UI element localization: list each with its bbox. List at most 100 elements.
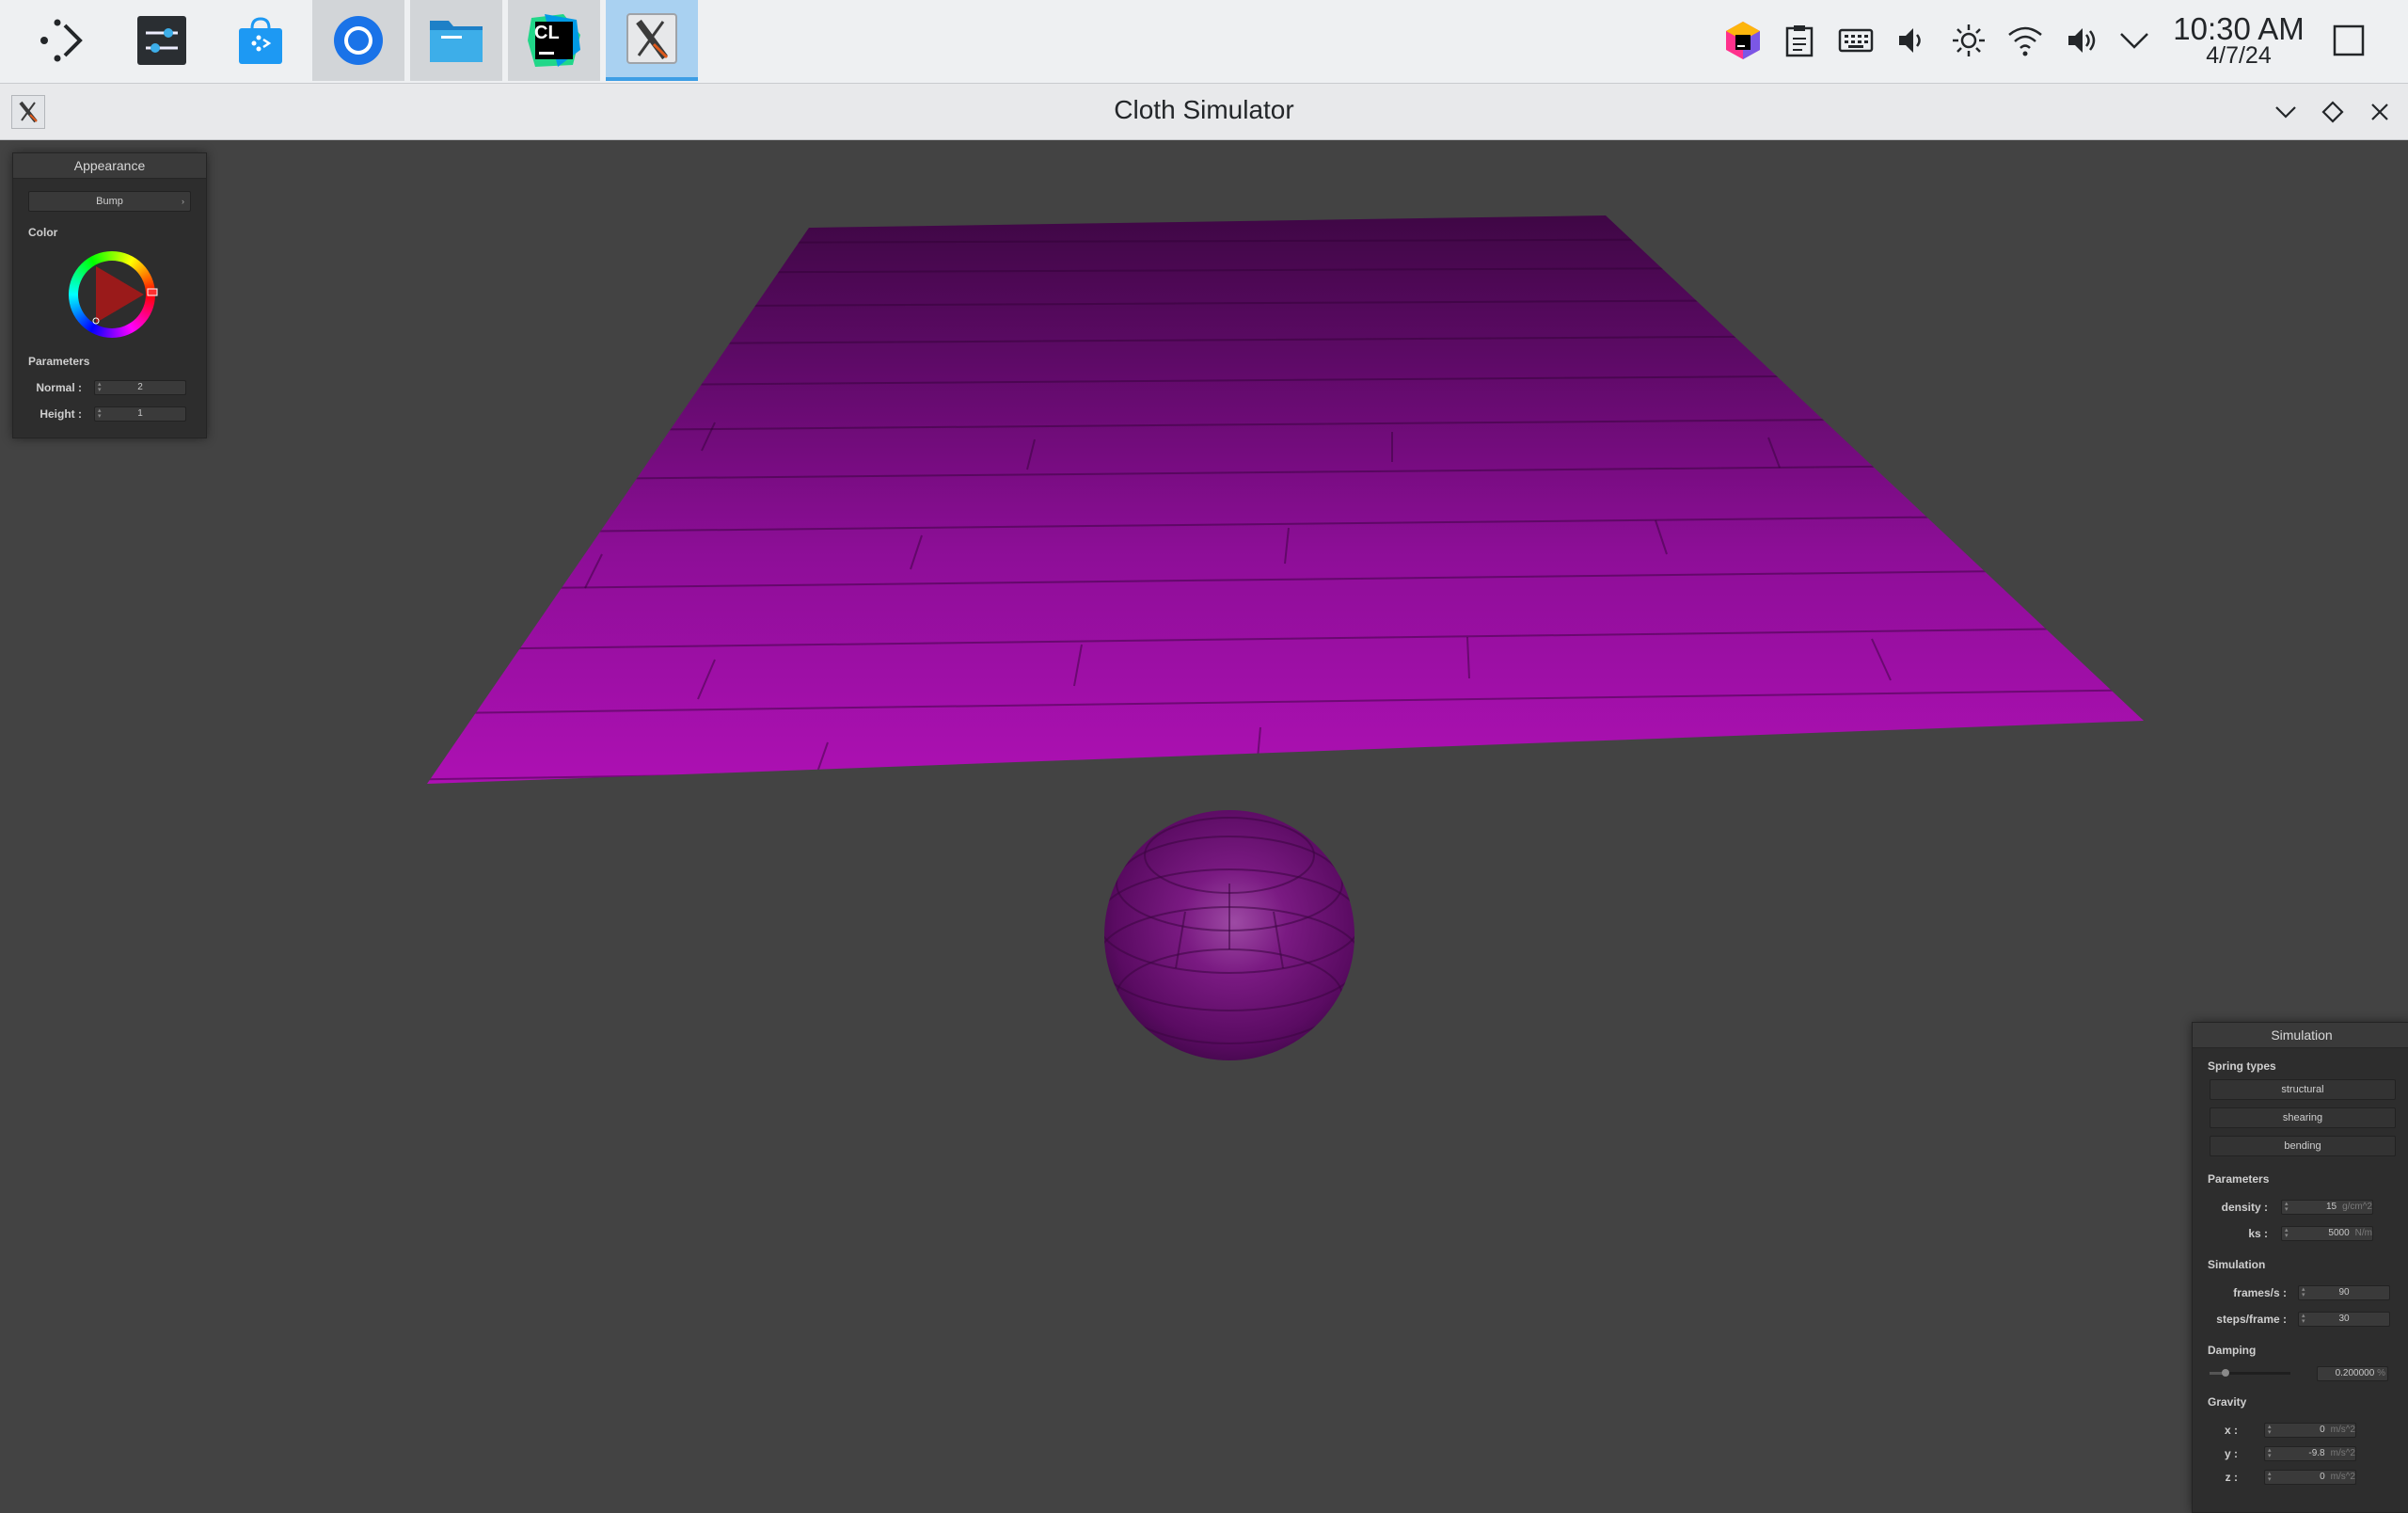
clion-icon-label: CL: [534, 23, 560, 43]
gravity-z-value: 0: [2320, 1472, 2325, 1482]
volume-tray[interactable]: [1891, 19, 1934, 62]
spin-arrows-icon: ▴ ▾: [98, 407, 102, 420]
chevron-right-icon: ›: [182, 197, 184, 206]
damping-label: Damping: [2208, 1344, 2257, 1357]
system-settings-button[interactable]: [116, 0, 208, 81]
damping-unit: %: [2377, 1368, 2385, 1378]
ks-value: 5000: [2328, 1228, 2350, 1238]
gravity-x-unit: m/s^2: [2330, 1425, 2355, 1435]
damping-slider-track[interactable]: [2210, 1369, 2290, 1377]
spin-arrows-icon: ▴ ▾: [2268, 1447, 2272, 1459]
chromium-icon: [334, 16, 383, 65]
fps-spinbox[interactable]: ▴ ▾ 90: [2298, 1285, 2390, 1300]
taskbar: CL 10:30 AM 4/7/24: [0, 0, 2408, 84]
scene-canvas: [427, 215, 2144, 1060]
settings-icon: [137, 16, 186, 65]
gravity-label: Gravity: [2208, 1395, 2247, 1409]
normal-value: 2: [137, 382, 143, 392]
launcher-icon: [40, 19, 83, 62]
shader-select-value: Bump: [96, 196, 123, 207]
file-manager-button[interactable]: [410, 0, 502, 81]
cloth-simulator-task-button[interactable]: [606, 0, 698, 81]
wifi-tray[interactable]: [2004, 19, 2047, 62]
gravity-y-spinbox[interactable]: ▴ ▾ -9.8 m/s^2: [2264, 1446, 2356, 1461]
discover-store-button[interactable]: [214, 0, 307, 81]
gravity-x-value: 0: [2320, 1425, 2325, 1435]
spin-arrows-icon: ▴ ▾: [2285, 1201, 2289, 1213]
speaker-icon: [2068, 28, 2096, 53]
density-value: 15: [2325, 1202, 2337, 1212]
damping-field[interactable]: 0.200000 %: [2317, 1366, 2388, 1381]
gravity-z-spinbox[interactable]: ▴ ▾ 0 m/s^2: [2264, 1470, 2356, 1485]
shopping-bag-icon: [239, 17, 282, 64]
close-button[interactable]: [2365, 97, 2395, 127]
spring-shearing-toggle[interactable]: shearing: [2210, 1107, 2396, 1128]
ks-label: ks :: [2248, 1227, 2268, 1240]
spring-structural-toggle[interactable]: structural: [2210, 1079, 2396, 1100]
clipboard-icon: [1785, 25, 1814, 57]
wifi-icon: [2008, 26, 2042, 56]
clion-button[interactable]: CL: [508, 0, 600, 81]
ks-spinbox[interactable]: ▴ ▾ 5000 N/m: [2281, 1226, 2373, 1241]
gravity-z-label: z :: [2225, 1471, 2238, 1484]
close-icon: [2371, 104, 2388, 120]
hue-selector-handle[interactable]: [147, 288, 158, 296]
density-unit: g/cm^2: [2342, 1202, 2372, 1212]
appearance-panel-title[interactable]: Appearance: [13, 153, 206, 179]
audio-output-tray[interactable]: [2060, 19, 2103, 62]
gravity-z-unit: m/s^2: [2330, 1472, 2355, 1482]
show-desktop-icon: [2333, 24, 2365, 56]
gravity-x-label: x :: [2224, 1424, 2238, 1437]
minimize-button[interactable]: [2271, 97, 2301, 127]
simulation-panel-title[interactable]: Simulation: [2193, 1023, 2408, 1048]
render-viewport[interactable]: [0, 140, 2408, 1505]
parameters-section-label: Parameters: [28, 355, 90, 368]
height-label: Height :: [40, 407, 82, 421]
diamond-icon: [2321, 101, 2344, 123]
steps-value: 30: [2338, 1314, 2350, 1324]
spin-arrows-icon: ▴ ▾: [2268, 1424, 2272, 1436]
color-wheel[interactable]: [65, 247, 159, 342]
chevron-down-icon: [2275, 106, 2296, 119]
gravity-x-spinbox[interactable]: ▴ ▾ 0 m/s^2: [2264, 1423, 2356, 1438]
appearance-panel: Appearance Bump › Color Parameters Norma…: [12, 152, 207, 438]
gravity-y-unit: m/s^2: [2330, 1448, 2355, 1458]
steps-spinbox[interactable]: ▴ ▾ 30: [2298, 1312, 2390, 1327]
chevron-down-icon: [2120, 33, 2148, 49]
window-titlebar[interactable]: Cloth Simulator: [0, 84, 2408, 140]
density-label: density :: [2221, 1201, 2268, 1214]
normal-spinbox[interactable]: ▴ ▾ 2: [94, 380, 186, 395]
spin-arrows-icon: ▴ ▾: [2285, 1227, 2289, 1239]
show-desktop-button[interactable]: [2327, 19, 2370, 62]
gravity-y-value: -9.8: [2308, 1448, 2325, 1458]
jetbrains-toolbox-icon: [1726, 22, 1760, 59]
keyboard-tray[interactable]: [1834, 19, 1877, 62]
damping-slider-handle[interactable]: [2222, 1369, 2230, 1377]
simulation-panel: Simulation Spring types structural shear…: [2192, 1022, 2408, 1513]
sim-parameters-label: Parameters: [2208, 1172, 2270, 1186]
x-window-icon: [626, 13, 677, 64]
folder-icon: [430, 21, 483, 62]
speaker-icon: [1899, 28, 1921, 53]
gravity-y-label: y :: [2224, 1447, 2238, 1460]
height-spinbox[interactable]: ▴ ▾ 1: [94, 406, 186, 422]
tray-expander-button[interactable]: [2113, 19, 2156, 62]
fps-value: 90: [2338, 1287, 2350, 1298]
clipboard-tray[interactable]: [1778, 19, 1821, 62]
color-section-label: Color: [28, 226, 58, 239]
simulation-section-label: Simulation: [2208, 1258, 2266, 1271]
clock-date[interactable]: 4/7/24: [2163, 42, 2314, 70]
chromium-browser-button[interactable]: [312, 0, 404, 81]
spin-arrows-icon: ▴ ▾: [2302, 1286, 2305, 1298]
brightness-tray[interactable]: [1947, 19, 1990, 62]
cloth-mesh: [427, 215, 2144, 784]
maximize-button[interactable]: [2318, 97, 2348, 127]
jetbrains-toolbox-tray[interactable]: [1721, 19, 1765, 62]
normal-label: Normal :: [36, 381, 82, 394]
spin-arrows-icon: ▴ ▾: [2268, 1471, 2272, 1483]
application-launcher-button[interactable]: [16, 0, 108, 81]
density-spinbox[interactable]: ▴ ▾ 15 g/cm^2: [2281, 1200, 2373, 1215]
damping-value: 0.200000: [2335, 1368, 2375, 1378]
spring-bending-toggle[interactable]: bending: [2210, 1136, 2396, 1156]
shader-select[interactable]: Bump ›: [28, 191, 191, 212]
